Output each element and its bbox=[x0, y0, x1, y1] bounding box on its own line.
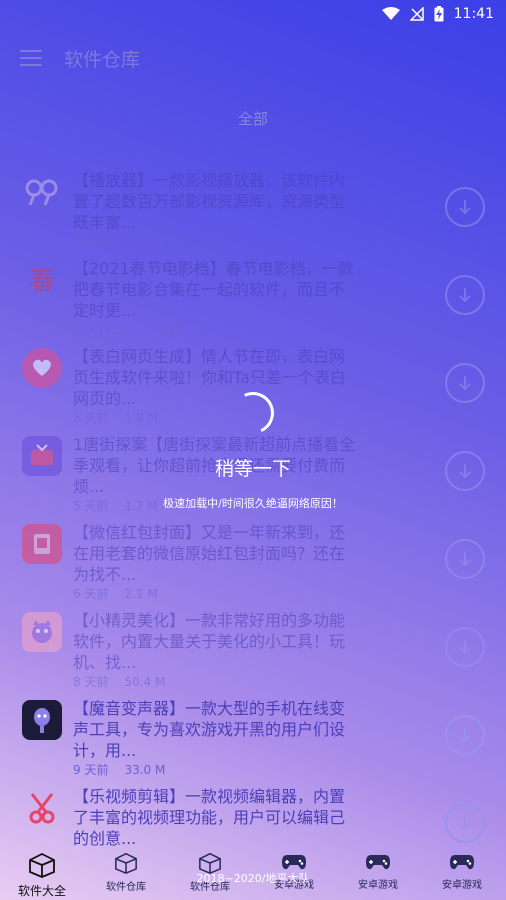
download-icon bbox=[459, 640, 471, 655]
spring-logo: 春 bbox=[22, 260, 62, 300]
item-size: 50.4 M bbox=[124, 675, 166, 689]
page-title: 软件仓库 bbox=[64, 48, 141, 71]
item-size: 33.0 M bbox=[124, 763, 166, 777]
no-signal-icon bbox=[409, 7, 424, 21]
wifi-icon bbox=[381, 7, 400, 21]
copyright-text: 2018~2020/地平大队 bbox=[196, 872, 310, 885]
category-label: 全部 bbox=[237, 110, 268, 128]
item-date: 6 天前 bbox=[73, 587, 109, 601]
scissors-logo bbox=[22, 788, 62, 828]
download-button[interactable] bbox=[445, 187, 485, 227]
app-bar: 软件仓库 bbox=[0, 28, 506, 88]
download-button[interactable] bbox=[445, 627, 485, 667]
download-icon bbox=[459, 728, 471, 743]
list-item[interactable]: 【小精灵美化】一款非常好用的多功能软件，内置大量关于美化的小工具！玩机、找...… bbox=[0, 602, 506, 690]
item-size: 2.1 M bbox=[124, 587, 158, 601]
item-title: 【2021春节电影档】春节电影档，一款把春节电影合集在一起的软件，而且不定时更.… bbox=[73, 259, 354, 320]
loading-text: 稍等一下 bbox=[214, 458, 291, 480]
gamepad-icon bbox=[282, 855, 306, 870]
menu-icon[interactable] bbox=[20, 50, 42, 66]
item-date: 前天18:26 bbox=[73, 323, 132, 337]
list-item[interactable]: 【微信红包封面】又是一年新来到，还在用老套的微信原始红包封面吗？还在为找不...… bbox=[0, 514, 506, 602]
mic-logo bbox=[22, 700, 62, 740]
item-size: 14.0 M bbox=[147, 235, 189, 249]
download-button[interactable] bbox=[445, 715, 485, 755]
download-icon bbox=[459, 552, 471, 567]
battery-charging-icon bbox=[434, 6, 444, 22]
download-button[interactable] bbox=[445, 803, 485, 843]
item-date: 9 天前 bbox=[73, 763, 109, 777]
list-item[interactable]: 春 【2021春节电影档】春节电影档，一款把春节电影合集在一起的软件，而且不定时… bbox=[0, 250, 506, 338]
loading-hint: 极速加载中/时间很久绝逼网络原因！ bbox=[163, 497, 343, 510]
item-date: 前天23:03 bbox=[73, 235, 132, 249]
item-date: 8 天前 bbox=[73, 675, 109, 689]
status-bar: 11:41 bbox=[0, 0, 506, 28]
item-size: 3.3 M bbox=[147, 323, 181, 337]
download-icon bbox=[459, 288, 471, 303]
gamepad-icon bbox=[450, 855, 474, 870]
loading-spinner-icon bbox=[226, 386, 280, 440]
list-item[interactable]: 【魔音变声器】一款大型的手机在线变声工具，专为喜欢游戏开黑的用户们设计，用...… bbox=[0, 690, 506, 778]
play-logo bbox=[22, 172, 62, 212]
svg-text:春: 春 bbox=[29, 267, 55, 297]
download-button[interactable] bbox=[445, 275, 485, 315]
list-item[interactable]: 【播放器】一款影视播放器，该软件内置了超数百万部影视资源库，资源类型既丰富...… bbox=[0, 162, 506, 250]
item-title: 【魔音变声器】一款大型的手机在线变声工具，专为喜欢游戏开黑的用户们设计，用... bbox=[73, 699, 346, 760]
status-time: 11:41 bbox=[453, 6, 494, 22]
item-title: 【小精灵美化】一款非常好用的多功能软件，内置大量关于美化的小工具！玩机、找... bbox=[73, 611, 346, 672]
redpacket-logo bbox=[22, 524, 62, 564]
download-icon bbox=[459, 200, 471, 215]
item-title: 【播放器】一款影视播放器，该软件内置了超数百万部影视资源库，资源类型既丰富... bbox=[73, 171, 346, 232]
loading-overlay: 稍等一下 极速加载中/时间很久绝逼网络原因！ bbox=[0, 380, 506, 511]
sprite-logo bbox=[22, 612, 62, 652]
item-title: 【乐视频剪辑】一款视频编辑器，内置了丰富的视频理功能，用户可以编辑己的创意... bbox=[73, 787, 346, 848]
download-icon bbox=[459, 816, 471, 831]
download-button[interactable] bbox=[445, 539, 485, 579]
item-title: 【微信红包封面】又是一年新来到，还在用老套的微信原始红包封面吗？还在为找不... bbox=[73, 523, 346, 584]
gamepad-icon bbox=[366, 855, 390, 870]
